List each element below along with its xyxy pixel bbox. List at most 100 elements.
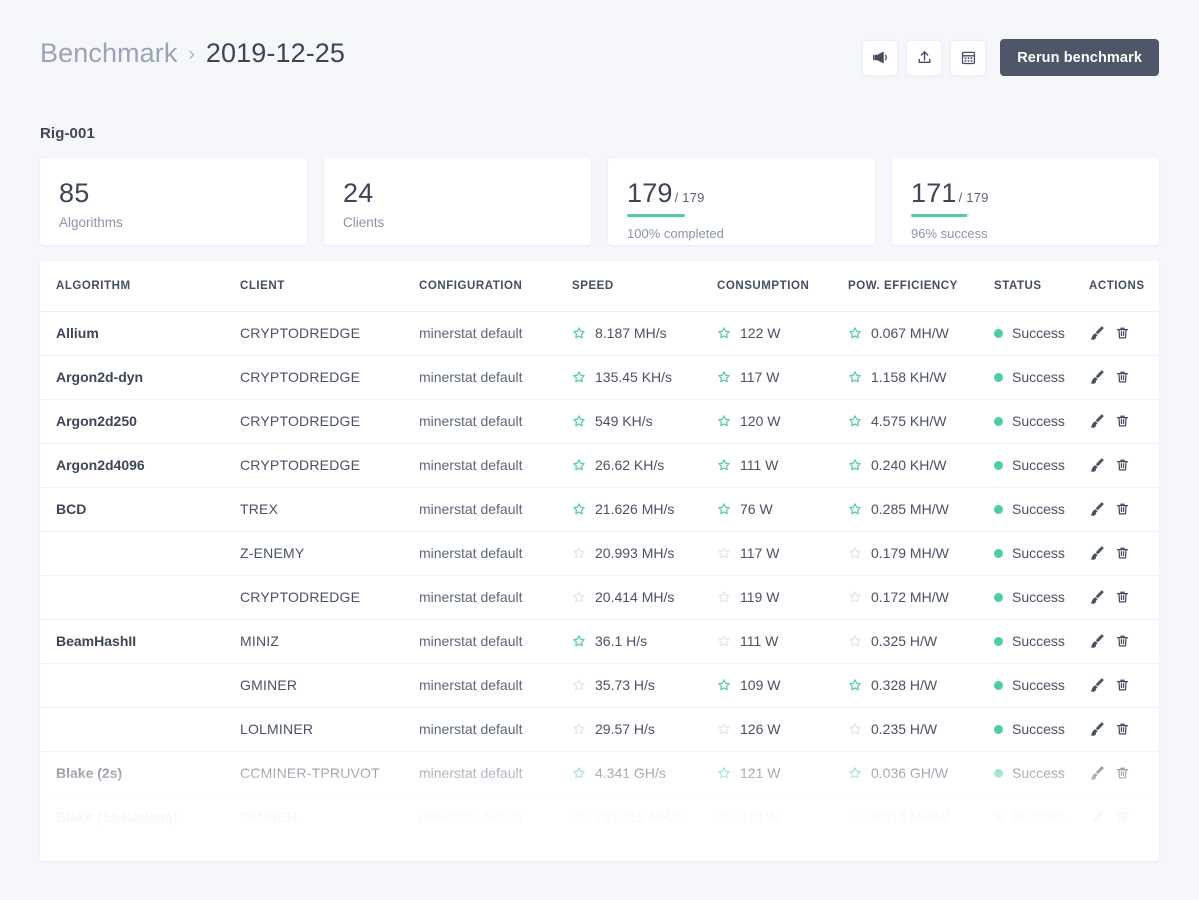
speed-value: 20.993 MH/s xyxy=(595,545,675,561)
speed-star-icon xyxy=(572,678,586,692)
rig-title: Rig-001 xyxy=(40,125,95,142)
table-row[interactable]: GMINER minerstat default 35.73 H/s 109 W 0.3… xyxy=(40,663,1159,708)
table-row[interactable]: Z-ENEMY minerstat default 20.993 MH/s 117 W… xyxy=(40,531,1159,576)
cell-algorithm xyxy=(40,663,240,708)
table-row[interactable]: BeamHashII MINIZ minerstat default 36.1 H/s… xyxy=(40,618,1159,664)
status-label: Success xyxy=(1012,545,1065,561)
cell-algorithm: Argon2d4096 xyxy=(40,442,240,488)
brush-icon[interactable] xyxy=(1089,633,1105,649)
cell-speed: 21.626 MH/s xyxy=(572,486,717,532)
announce-button[interactable] xyxy=(862,39,899,76)
table-row[interactable]: Argon2d4096 CRYPTODREDGE minerstat default… xyxy=(40,442,1159,488)
status-dot-icon xyxy=(994,504,1003,514)
status-label: Success xyxy=(1012,677,1065,693)
trash-icon[interactable] xyxy=(1115,457,1130,473)
brush-icon[interactable] xyxy=(1089,677,1105,693)
status-dot-icon xyxy=(994,724,1003,734)
cell-client: CRYPTODREDGE xyxy=(240,442,419,488)
cell-pow-efficiency: 4.575 KH/W xyxy=(848,398,994,444)
cell-client: CRYPTODREDGE xyxy=(240,354,419,400)
trash-icon[interactable] xyxy=(1115,325,1130,341)
trash-icon[interactable] xyxy=(1115,853,1130,861)
brush-icon[interactable] xyxy=(1089,545,1105,561)
cell-status: Success xyxy=(994,310,1089,356)
trash-icon[interactable] xyxy=(1115,545,1130,561)
status-dot-icon xyxy=(994,548,1003,558)
trash-icon[interactable] xyxy=(1115,501,1130,517)
cell-status: Success xyxy=(994,707,1089,752)
status-label: Success xyxy=(1012,589,1065,605)
trash-icon[interactable] xyxy=(1115,369,1130,385)
trash-icon[interactable] xyxy=(1115,765,1130,781)
status-label: Success xyxy=(1012,325,1065,341)
efficiency-value: 6.552 MH/W xyxy=(871,853,949,861)
speed-star-icon xyxy=(572,458,586,472)
brush-icon[interactable] xyxy=(1089,765,1105,781)
brush-icon[interactable] xyxy=(1089,501,1105,517)
status-dot-icon xyxy=(994,460,1003,470)
breadcrumb-root-link[interactable]: Benchmark xyxy=(40,38,177,69)
status-label: Success xyxy=(1012,853,1065,861)
trash-icon[interactable] xyxy=(1115,413,1130,429)
trash-icon[interactable] xyxy=(1115,809,1130,825)
table-row[interactable]: Blake (2s) CCMINER-TPRUVOT minerstat defau… xyxy=(40,750,1159,796)
cell-algorithm xyxy=(40,839,240,861)
cell-client: LOLMINER xyxy=(240,707,419,752)
upload-button[interactable] xyxy=(906,39,943,76)
status-label: Success xyxy=(1012,369,1065,385)
efficiency-star-icon xyxy=(848,590,862,604)
consumption-star-icon xyxy=(717,326,731,340)
efficiency-value: 0.179 MH/W xyxy=(871,545,949,561)
stat-value: 24 xyxy=(343,178,374,208)
efficiency-star-icon xyxy=(848,414,862,428)
cell-actions xyxy=(1089,750,1159,796)
brush-icon[interactable] xyxy=(1089,457,1105,473)
cell-configuration: minerstat default xyxy=(419,750,572,796)
rerun-benchmark-button[interactable]: Rerun benchmark xyxy=(1000,39,1159,76)
speed-value: 4.341 GH/s xyxy=(595,765,666,781)
cell-configuration: minerstat default xyxy=(419,310,572,356)
brush-icon[interactable] xyxy=(1089,853,1105,861)
benchmark-table-card: ALGORITHM CLIENT CONFIGURATION SPEED CON… xyxy=(40,261,1159,861)
table-row[interactable]: Allium CRYPTODREDGE minerstat default 8.187… xyxy=(40,310,1159,356)
brush-icon[interactable] xyxy=(1089,369,1105,385)
brush-icon[interactable] xyxy=(1089,721,1105,737)
consumption-value: 119 W xyxy=(740,809,780,825)
stat-sub-label: 96% success xyxy=(911,226,988,241)
table-row[interactable]: CRYPTODREDGE minerstat default 20.414 MH/s… xyxy=(40,575,1159,620)
speed-value: 8.187 MH/s xyxy=(595,325,667,341)
brush-icon[interactable] xyxy=(1089,325,1105,341)
brush-icon[interactable] xyxy=(1089,589,1105,605)
speed-star-icon xyxy=(572,590,586,604)
trash-icon[interactable] xyxy=(1115,589,1130,605)
table-row[interactable]: LOLMINER minerstat default 29.57 H/s 126 W 0… xyxy=(40,707,1159,752)
table-row[interactable]: Blake (2s-Kadena) GMINER minerstat default… xyxy=(40,794,1159,840)
table-row[interactable]: TTMINER minerstat default 779.721 MH/s 119 … xyxy=(40,839,1159,861)
trash-icon[interactable] xyxy=(1115,677,1130,693)
column-header-client: CLIENT xyxy=(240,261,419,312)
trash-icon[interactable] xyxy=(1115,721,1130,737)
brush-icon[interactable] xyxy=(1089,809,1105,825)
efficiency-value: 0.240 KH/W xyxy=(871,457,947,473)
status-dot-icon xyxy=(994,372,1003,382)
consumption-star-icon xyxy=(717,722,731,736)
speed-star-icon xyxy=(572,414,586,428)
page-header: Benchmark › 2019-12-25 Rerun benchmark xyxy=(0,0,1199,96)
cell-consumption: 119 W xyxy=(717,575,848,620)
calendar-button[interactable] xyxy=(950,39,987,76)
consumption-value: 126 W xyxy=(740,721,781,737)
trash-icon[interactable] xyxy=(1115,633,1130,649)
consumption-star-icon xyxy=(717,766,731,780)
cell-status: Success xyxy=(994,531,1089,576)
table-row[interactable]: Argon2d-dyn CRYPTODREDGE minerstat default… xyxy=(40,354,1159,400)
brush-icon[interactable] xyxy=(1089,413,1105,429)
cell-status: Success xyxy=(994,442,1089,488)
efficiency-value: 0.285 MH/W xyxy=(871,501,949,517)
table-row[interactable]: Argon2d250 CRYPTODREDGE minerstat default 5… xyxy=(40,398,1159,444)
efficiency-value: 0.036 GH/W xyxy=(871,765,949,781)
progress-bar-completed xyxy=(627,214,685,217)
stat-card-clients: 24 Clients xyxy=(324,158,591,245)
table-row[interactable]: BCD TREX minerstat default 21.626 MH/s 76 W 0… xyxy=(40,486,1159,532)
speed-star-icon xyxy=(572,546,586,560)
column-header-algorithm: ALGORITHM xyxy=(40,261,240,312)
